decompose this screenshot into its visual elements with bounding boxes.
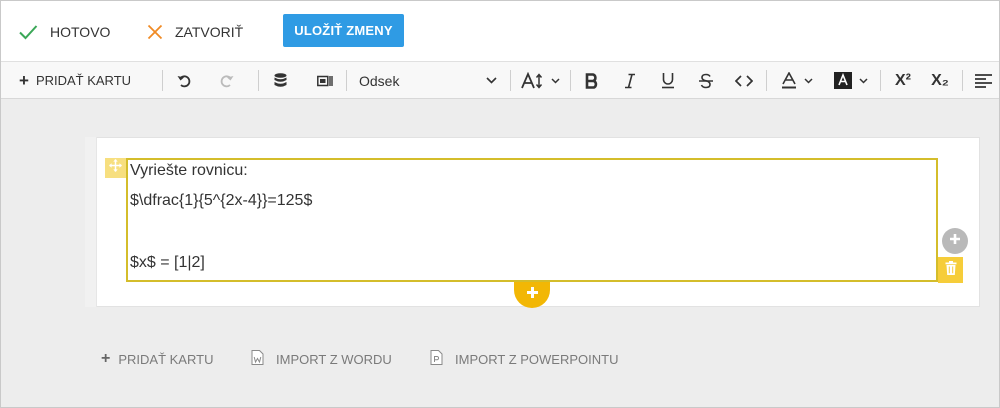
redo-icon [220, 74, 234, 88]
formatting-toolbar: + PRIDAŤ KARTU Odsek X² X₂ [1, 61, 999, 99]
powerpoint-file-icon [430, 350, 443, 368]
undo-icon [177, 74, 191, 88]
highlight-color-button[interactable] [829, 62, 873, 99]
chevron-down-icon [550, 77, 560, 84]
toolbar-divider [258, 70, 259, 91]
editor-line-answer: $x$ = [1|2] [130, 254, 205, 271]
check-icon [18, 24, 38, 40]
trash-icon [945, 260, 957, 280]
embed-button[interactable] [315, 62, 335, 99]
editor-window: HOTOVO ZATVORIŤ ULOŽIŤ ZMENY + PRIDAŤ KA… [0, 0, 1000, 408]
card-drag-strip[interactable] [85, 137, 97, 307]
save-changes-button[interactable]: ULOŽIŤ ZMENY [283, 14, 404, 47]
toolbar-divider [570, 70, 571, 91]
add-card-footer-button[interactable]: + PRIDAŤ KARTU [101, 350, 213, 368]
add-card-toolbar-label: PRIDAŤ KARTU [35, 73, 132, 88]
word-file-icon [251, 350, 264, 368]
font-size-button[interactable] [519, 62, 561, 99]
align-left-icon [974, 73, 992, 88]
chevron-down-icon [804, 77, 813, 84]
chevron-down-icon [486, 77, 497, 84]
plus-icon: + [101, 350, 111, 367]
database-icon [274, 73, 287, 88]
block-move-handle[interactable] [105, 158, 126, 178]
x-icon [147, 24, 163, 40]
subscript-button[interactable]: X₂ [927, 62, 953, 99]
done-button[interactable]: HOTOVO [18, 22, 110, 42]
toolbar-divider [766, 70, 767, 91]
underline-button[interactable] [657, 62, 679, 99]
close-label: ZATVORIŤ [175, 24, 244, 40]
plus-icon [949, 232, 961, 250]
toolbar-divider [510, 70, 511, 91]
import-word-label: IMPORT Z WORDU [276, 351, 392, 367]
plus-icon [526, 286, 539, 304]
superscript-icon: X² [895, 71, 911, 89]
highlight-icon [834, 72, 852, 89]
toolbar-divider [162, 70, 163, 91]
strikethrough-icon [698, 73, 714, 89]
top-action-bar: HOTOVO ZATVORIŤ ULOŽIŤ ZMENY [1, 1, 999, 61]
add-card-toolbar-button[interactable]: + PRIDAŤ KARTU [19, 62, 131, 99]
redo-button[interactable] [216, 62, 238, 99]
italic-button[interactable] [619, 62, 641, 99]
add-block-side-button[interactable] [942, 228, 968, 254]
text-color-icon [781, 72, 797, 89]
plus-icon: + [19, 71, 29, 90]
chevron-down-icon [859, 77, 868, 84]
code-button[interactable] [731, 62, 757, 99]
bold-button[interactable] [581, 62, 603, 99]
content-block-editor[interactable]: Vyriešte rovnicu: $\dfrac{1}{5^{2x-4}}=1… [126, 158, 938, 282]
toolbar-divider [962, 70, 963, 91]
delete-block-button[interactable] [938, 257, 963, 283]
editor-line-equation: $\dfrac{1}{5^{2x-4}}=125$ [130, 192, 313, 209]
close-button[interactable]: ZATVORIŤ [147, 22, 243, 42]
subscript-icon: X₂ [931, 71, 949, 89]
code-icon [735, 74, 753, 87]
superscript-button[interactable]: X² [890, 62, 916, 99]
underline-icon [661, 72, 675, 89]
import-word-button[interactable]: IMPORT Z WORDU [251, 350, 392, 368]
toolbar-divider [346, 70, 347, 91]
bold-icon [585, 72, 599, 89]
toolbar-divider [880, 70, 881, 91]
block-format-select[interactable]: Odsek [359, 62, 497, 99]
strikethrough-button[interactable] [695, 62, 717, 99]
move-icon [109, 159, 122, 177]
import-powerpoint-button[interactable]: IMPORT Z POWERPOINTU [430, 350, 618, 368]
font-size-icon [520, 71, 545, 90]
import-powerpoint-label: IMPORT Z POWERPOINTU [455, 351, 619, 367]
add-card-footer-label: PRIDAŤ KARTU [118, 351, 214, 367]
editor-line-question: Vyriešte rovnicu: [130, 162, 248, 179]
done-label: HOTOVO [50, 24, 111, 40]
database-button[interactable] [271, 62, 289, 99]
align-left-button[interactable] [973, 62, 993, 99]
undo-button[interactable] [173, 62, 195, 99]
block-format-value: Odsek [359, 72, 400, 89]
embed-icon [317, 74, 333, 88]
text-color-button[interactable] [776, 62, 818, 99]
italic-icon [624, 73, 636, 89]
